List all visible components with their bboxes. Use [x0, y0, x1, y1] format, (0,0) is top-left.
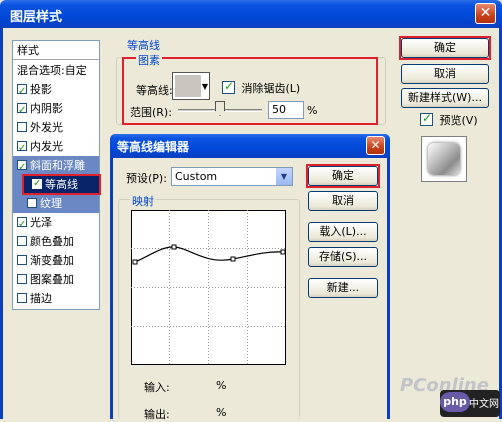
preview-option[interactable]: 预览(V): [420, 111, 478, 128]
output-unit: %: [216, 406, 227, 419]
section-title: 等高线: [127, 39, 160, 52]
style-item-satin[interactable]: 光泽: [13, 213, 99, 234]
color-overlay-checkbox[interactable]: [17, 236, 27, 246]
group-title: 图素: [136, 52, 162, 68]
curve-point[interactable]: [132, 259, 138, 265]
contour-editor-title: 等高线编辑器: [117, 140, 190, 154]
output-label: 输出:: [144, 408, 170, 421]
style-item-inner-glow[interactable]: 内发光: [13, 137, 99, 158]
preview-label: 预览(V): [439, 114, 478, 127]
editor-load-button[interactable]: 载入(L)...: [308, 222, 378, 242]
style-item-texture[interactable]: 纹理: [13, 194, 99, 213]
editor-new-button[interactable]: 新建...: [308, 278, 378, 298]
style-item-label: 纹理: [40, 197, 62, 210]
input-unit: %: [216, 379, 227, 392]
style-item-gradient-overlay[interactable]: 渐变叠加: [13, 251, 99, 270]
new-style-button[interactable]: 新建样式(W)...: [401, 88, 489, 108]
contour-editor-title-bar[interactable]: 等高线编辑器 ✕: [110, 134, 390, 158]
range-label: 范围(R):: [130, 106, 172, 119]
style-item-label: 外发光: [30, 121, 63, 134]
texture-checkbox[interactable]: [27, 198, 37, 208]
antialias-option[interactable]: 消除锯齿(L): [222, 79, 301, 96]
editor-ok-highlight: [306, 164, 380, 188]
inner-shadow-checkbox[interactable]: [17, 101, 27, 120]
style-item-label: 描边: [30, 292, 52, 305]
curve-point[interactable]: [230, 256, 236, 262]
style-item-label: 图案叠加: [30, 273, 74, 286]
editor-save-button[interactable]: 存储(S)...: [308, 247, 378, 267]
window-title: 图层样式: [10, 10, 63, 25]
style-item-stroke[interactable]: 描边: [13, 289, 99, 308]
cancel-button[interactable]: 取消: [401, 64, 489, 84]
contour-editor-close-button[interactable]: ✕: [366, 136, 385, 155]
php-text: 中文网: [469, 399, 499, 410]
inner-glow-checkbox[interactable]: [17, 139, 27, 158]
gradient-overlay-checkbox[interactable]: [17, 255, 27, 265]
php-watermark: php 中文网: [440, 390, 500, 417]
range-unit: %: [307, 104, 318, 117]
style-item-color-overlay[interactable]: 颜色叠加: [13, 232, 99, 251]
preset-label: 预设(P):: [126, 172, 167, 185]
preview-thumbnail: [421, 136, 467, 182]
preview-swatch-icon: [428, 143, 460, 175]
mapping-label: 映射: [130, 193, 156, 209]
ok-button-highlight: [399, 36, 491, 60]
style-item-label: 颜色叠加: [30, 235, 74, 248]
antialias-label: 消除锯齿(L): [241, 82, 301, 95]
style-item-label: 混合选项:自定: [17, 64, 87, 77]
style-item-blending[interactable]: 混合选项:自定: [13, 61, 99, 80]
style-item-contour[interactable]: ✓ 等高线: [22, 174, 101, 195]
antialias-checkbox[interactable]: [222, 79, 235, 94]
curve-point[interactable]: [171, 244, 177, 250]
style-item-label: 等高线: [45, 178, 78, 191]
input-label: 输入:: [144, 381, 170, 394]
style-item-label: 投影: [30, 83, 52, 96]
stroke-checkbox[interactable]: [17, 293, 27, 303]
style-item-inner-shadow[interactable]: 内阴影: [13, 99, 99, 120]
preview-checkbox[interactable]: [420, 111, 433, 126]
style-item-outer-glow[interactable]: 外发光: [13, 118, 99, 137]
style-item-drop-shadow[interactable]: 投影: [13, 80, 99, 101]
style-item-label: 斜面和浮雕: [30, 159, 85, 172]
contour-thumbnail-icon: [175, 75, 201, 97]
window-close-button[interactable]: ✕: [475, 3, 496, 24]
editor-cancel-button[interactable]: 取消: [308, 191, 378, 211]
pattern-overlay-checkbox[interactable]: [17, 274, 27, 284]
contour-label: 等高线:: [136, 84, 173, 97]
style-item-bevel-emboss[interactable]: 斜面和浮雕: [13, 156, 99, 177]
contour-picker[interactable]: ▼: [172, 72, 210, 100]
chevron-down-icon[interactable]: ▼: [276, 168, 292, 185]
style-item-label: 光泽: [30, 216, 52, 229]
contour-checkbox[interactable]: ✓: [32, 178, 42, 189]
dropdown-arrow-icon: ▼: [201, 82, 208, 91]
style-list-header: 样式: [13, 41, 99, 60]
php-logo: php: [440, 392, 470, 412]
style-item-label: 内阴影: [30, 102, 63, 115]
style-item-pattern-overlay[interactable]: 图案叠加: [13, 270, 99, 289]
satin-checkbox[interactable]: [17, 215, 27, 234]
preset-select-value: Custom: [175, 170, 218, 183]
curve-point[interactable]: [280, 249, 286, 255]
range-input[interactable]: 50: [268, 101, 304, 119]
style-item-label: 内发光: [30, 140, 63, 153]
preset-select[interactable]: Custom ▼: [171, 167, 293, 186]
outer-glow-checkbox[interactable]: [17, 122, 27, 132]
style-item-label: 渐变叠加: [30, 254, 74, 267]
contour-curve-graph[interactable]: [131, 210, 286, 365]
bevel-emboss-checkbox[interactable]: [17, 158, 27, 177]
drop-shadow-checkbox[interactable]: [17, 82, 27, 101]
window-title-bar[interactable]: 图层样式 ✕: [0, 0, 502, 28]
